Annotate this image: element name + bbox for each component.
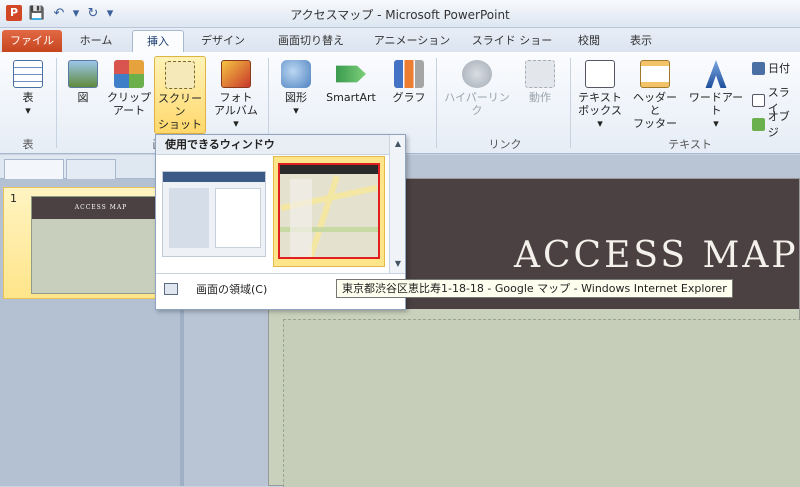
action-label: 動作 [529, 91, 551, 104]
object-button[interactable]: オブジ [752, 108, 800, 140]
tab-review[interactable]: 校閲 [566, 30, 612, 52]
slide-content-placeholder[interactable] [283, 319, 800, 487]
shapes-icon [281, 60, 311, 88]
screen-clipping-label: 画面の領域(C) [196, 283, 268, 296]
tab-view[interactable]: 表示 [618, 30, 664, 52]
textbox-label-2: ボックス ▾ [578, 104, 622, 130]
tab-animations[interactable]: アニメーション [366, 30, 458, 52]
pane-tabs [0, 155, 180, 179]
photo-album-label-2: アルバム ▾ [214, 104, 258, 130]
table-button[interactable]: 表 ▾ [6, 60, 50, 117]
wordart-icon [705, 60, 727, 88]
thumb-content [215, 188, 261, 248]
tab-outline[interactable] [66, 159, 116, 179]
scroll-down-icon[interactable]: ▼ [393, 259, 403, 269]
wordart-button[interactable]: ワードアート ▾ [684, 60, 748, 130]
picture-icon [68, 60, 98, 88]
clipart-label-1: クリップ [107, 91, 151, 104]
hyperlink-button[interactable]: ハイパーリンク [442, 60, 512, 117]
date-time-button[interactable]: 日付 [752, 60, 790, 76]
clipart-label-2: アート [112, 104, 146, 117]
picture-label: 図 [77, 91, 89, 104]
group-divider [436, 58, 437, 148]
group-label-table: 表 [22, 138, 34, 151]
tab-slides[interactable] [4, 159, 64, 179]
thumb-panel [169, 188, 209, 248]
tab-insert[interactable]: 挿入 [132, 30, 184, 52]
clipart-button[interactable]: クリップ アート [106, 60, 152, 117]
map-sidebar [290, 179, 312, 257]
shapes-button[interactable]: 図形 ▾ [276, 60, 316, 117]
browser-toolbar [280, 165, 378, 174]
date-time-label: 日付 [768, 62, 790, 75]
chart-button[interactable]: グラフ [388, 60, 430, 104]
photo-album-button[interactable]: フォト アルバム ▾ [210, 60, 262, 130]
screen-clipping-icon [164, 283, 178, 295]
tab-file[interactable]: ファイル [2, 30, 62, 52]
table-label: 表 [22, 91, 34, 104]
scroll-up-icon[interactable]: ▲ [393, 139, 403, 149]
textbox-label-1: テキスト [578, 91, 622, 104]
group-divider [56, 58, 57, 148]
textbox-icon [585, 60, 615, 88]
tab-design[interactable]: デザイン [190, 30, 256, 52]
ribbon-tabs: ファイル ホーム 挿入 デザイン 画面切り替え アニメーション スライド ショー… [0, 28, 800, 52]
screenshot-button[interactable]: スクリーン ショット ▾ [154, 56, 206, 144]
tab-home[interactable]: ホーム [66, 30, 126, 52]
slide-number: 1 [10, 192, 17, 205]
group-label-text: テキスト [668, 138, 712, 151]
wordart-label: ワードアート [688, 91, 744, 117]
smartart-icon [336, 65, 366, 83]
screenshot-label-1: スクリーン [158, 92, 202, 118]
dropdown-divider [156, 273, 405, 274]
thumbnail-title: ACCESS MAP [32, 197, 170, 219]
chart-label: グラフ [392, 91, 426, 104]
title-bar: P 💾 ↶ ▾ ↻ ▾ アクセスマップ - Microsoft PowerPoi… [0, 0, 800, 28]
slide-number-icon [752, 93, 765, 107]
tab-transitions[interactable]: 画面切り替え [262, 30, 360, 52]
window-tooltip: 東京都渋谷区恵比寿1-18-18 - Google マップ - Windows … [336, 279, 733, 298]
smartart-button[interactable]: SmartArt [320, 60, 382, 104]
table-dropdown-arrow: ▾ [25, 104, 31, 117]
map-preview [278, 163, 380, 259]
object-label: オブジ [767, 110, 790, 139]
header-footer-button[interactable]: ヘッダーと フッター [628, 60, 682, 130]
object-icon [752, 117, 765, 131]
slide-thumbnail: ACCESS MAP [31, 196, 171, 294]
wordart-dropdown-arrow: ▾ [713, 117, 719, 130]
slide-thumbnail-selected[interactable]: 1 ACCESS MAP [3, 187, 177, 299]
chart-icon [394, 60, 424, 88]
dropdown-scrollbar[interactable]: ▲ ▼ [389, 135, 405, 273]
thumb-titlebar [163, 172, 265, 182]
action-icon [525, 60, 555, 88]
table-icon [13, 60, 43, 88]
screenshot-icon [165, 61, 195, 89]
shapes-label: 図形 [285, 91, 307, 104]
slides-pane: 1 ACCESS MAP [0, 155, 180, 486]
clipart-icon [114, 60, 144, 88]
available-windows-header: 使用できるウィンドウ [156, 135, 405, 155]
header-footer-icon [640, 60, 670, 88]
slide-title[interactable]: ACCESS MAP [514, 235, 799, 276]
tab-slideshow[interactable]: スライド ショー [464, 30, 560, 52]
globe-icon [462, 60, 492, 88]
textbox-button[interactable]: テキスト ボックス ▾ [574, 60, 626, 130]
smartart-label: SmartArt [326, 91, 376, 104]
photo-album-label-1: フォト [219, 91, 253, 104]
header-footer-label-1: ヘッダーと [633, 91, 677, 117]
photo-album-icon [221, 60, 251, 88]
picture-button[interactable]: 図 [62, 60, 104, 104]
window-thumbnail-1[interactable] [162, 171, 266, 257]
calendar-icon [752, 61, 765, 75]
header-footer-label-2: フッター [633, 117, 677, 130]
window-thumbnail-map-selected[interactable] [273, 156, 385, 267]
group-label-links: リンク [488, 138, 522, 151]
action-button[interactable]: 動作 [516, 60, 564, 104]
hyperlink-label: ハイパーリンク [444, 91, 510, 117]
group-divider [570, 58, 571, 148]
window-title: アクセスマップ - Microsoft PowerPoint [290, 8, 510, 22]
shapes-dropdown-arrow: ▾ [293, 104, 299, 117]
